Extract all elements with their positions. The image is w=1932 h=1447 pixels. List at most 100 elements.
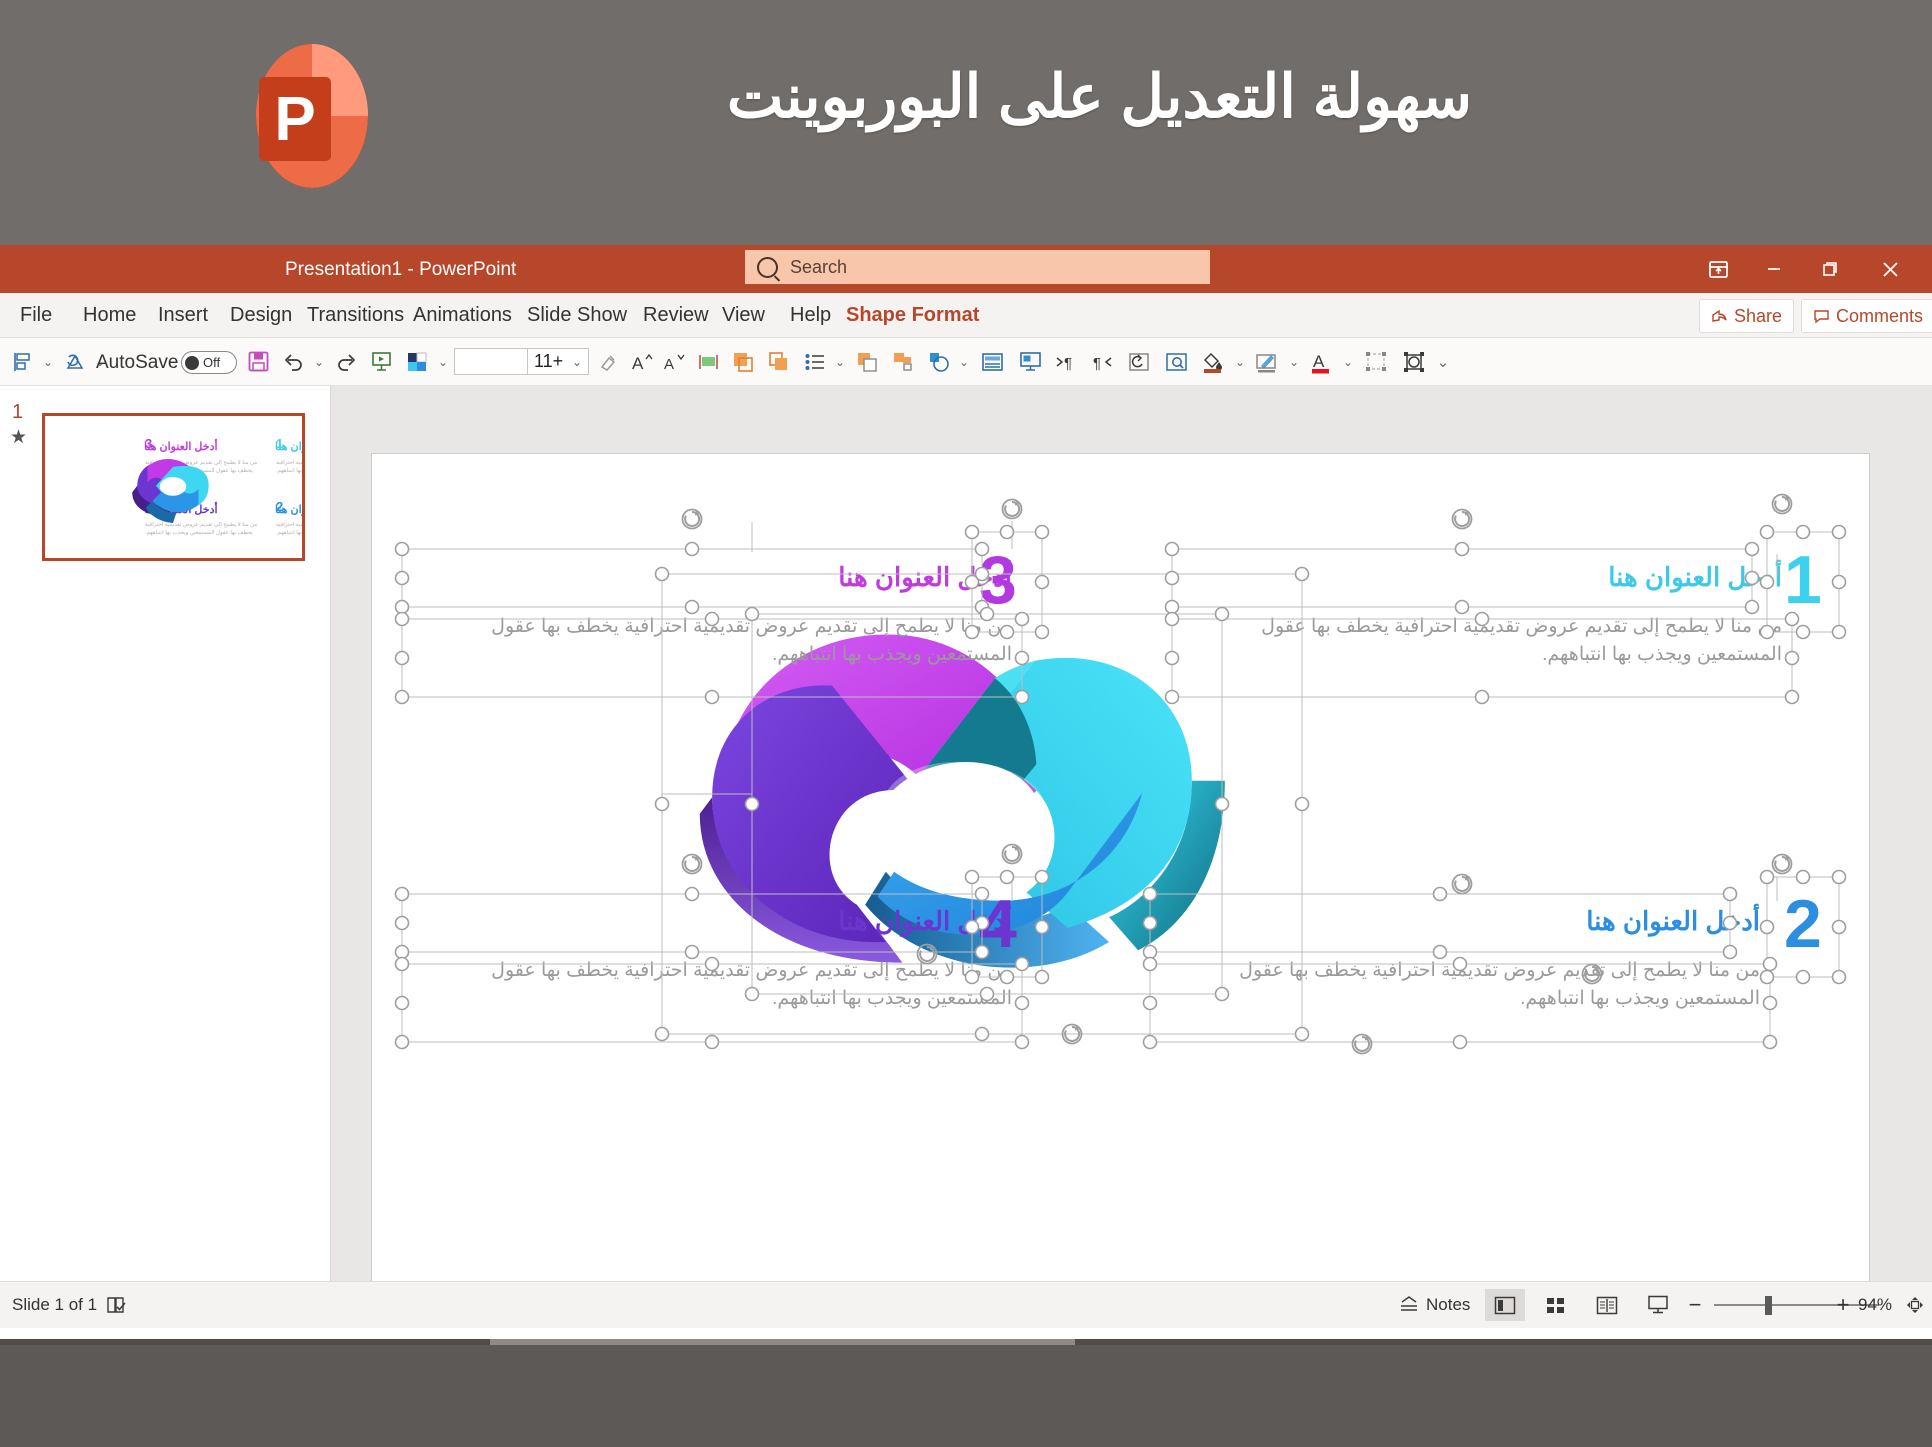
- search-input[interactable]: [788, 255, 1192, 279]
- shape-merge-chevron-down-icon[interactable]: ⌄: [956, 338, 972, 385]
- decrease-font-size-icon[interactable]: A: [658, 338, 690, 385]
- more-commands-icon[interactable]: ⌄: [1432, 338, 1454, 385]
- shape-outline-icon[interactable]: [1250, 338, 1284, 385]
- search-icon: [757, 256, 778, 278]
- svg-text:1: 1: [276, 436, 283, 451]
- shape-fill-chevron-down-icon[interactable]: ⌄: [1232, 338, 1248, 385]
- repeat-action-icon[interactable]: [58, 338, 92, 385]
- shape-merge-icon[interactable]: [922, 338, 956, 385]
- text-block-4[interactable]: أدخل العنوان هنا من منا لا يطمح إلى تقدي…: [412, 906, 1012, 1012]
- block-4-title[interactable]: أدخل العنوان هنا: [412, 906, 1012, 937]
- share-button[interactable]: Share: [1699, 299, 1795, 333]
- restore-button[interactable]: [1802, 245, 1858, 293]
- bring-forward-icon[interactable]: [850, 338, 884, 385]
- notes-button[interactable]: Notes: [1398, 1282, 1470, 1328]
- autosave-toggle[interactable]: Off: [181, 351, 237, 374]
- shape-fill-orange-icon[interactable]: [726, 338, 760, 385]
- font-color-icon[interactable]: A: [1304, 338, 1338, 385]
- font-color-chevron-down-icon[interactable]: ⌄: [1340, 338, 1356, 385]
- autosave-state: Off: [203, 355, 221, 370]
- svg-text:2: 2: [276, 499, 283, 514]
- arrange-icon[interactable]: [1358, 338, 1394, 385]
- block-2-title[interactable]: أدخل العنوان هنا: [1160, 906, 1760, 937]
- block-3-title[interactable]: أدخل العنوان هنا: [412, 562, 1012, 593]
- svg-text:¶: ¶: [1064, 355, 1072, 372]
- shape-fill-icon[interactable]: [1196, 338, 1230, 385]
- tab-insert[interactable]: Insert: [152, 293, 214, 337]
- save-icon[interactable]: [240, 338, 276, 385]
- block-1-title[interactable]: أدخل العنوان هنا: [1182, 562, 1782, 593]
- block-3-body[interactable]: من منا لا يطمح إلى تقديم عروض تقديمية اح…: [412, 613, 1012, 668]
- text-block-3[interactable]: أدخل العنوان هنا من منا لا يطمح إلى تقدي…: [412, 562, 1012, 668]
- ribbon-display-options-icon[interactable]: [1690, 245, 1746, 293]
- comments-button[interactable]: Comments: [1801, 299, 1932, 333]
- increase-indent-rtl-icon[interactable]: ¶: [1050, 338, 1082, 385]
- block-4-number[interactable]: 4: [979, 890, 1017, 958]
- block-4-body[interactable]: من منا لا يطمح إلى تقديم عروض تقديمية اح…: [412, 957, 1012, 1012]
- theme-colors-chevron-down-icon[interactable]: ⌄: [435, 338, 451, 385]
- align-objects-icon[interactable]: [6, 338, 40, 385]
- zoom-level[interactable]: 94%: [1858, 1282, 1892, 1328]
- zoom-preview-icon[interactable]: [1158, 338, 1194, 385]
- align-objects-chevron-down-icon[interactable]: ⌄: [40, 338, 56, 385]
- zoom-slider-handle[interactable]: [1765, 1296, 1772, 1315]
- slide-show-from-current-icon[interactable]: [1012, 338, 1048, 385]
- tab-animations[interactable]: Animations: [407, 293, 518, 337]
- slide-sorter-view-button[interactable]: [1536, 1289, 1576, 1321]
- tab-view[interactable]: View: [716, 293, 771, 337]
- redo-icon[interactable]: [329, 338, 363, 385]
- shape-outline-chevron-down-icon[interactable]: ⌄: [1286, 338, 1302, 385]
- tab-home[interactable]: Home: [77, 293, 142, 337]
- text-direction-icon[interactable]: [692, 338, 724, 385]
- start-slideshow-icon[interactable]: [363, 338, 399, 385]
- selection-pane-icon[interactable]: [1396, 338, 1432, 385]
- theme-colors-icon[interactable]: [399, 338, 435, 385]
- tab-file[interactable]: File: [14, 293, 58, 337]
- block-2-number[interactable]: 2: [1784, 890, 1822, 958]
- accessibility-checker-icon[interactable]: [100, 1282, 132, 1328]
- search-box[interactable]: [745, 250, 1210, 284]
- duplicate-shape-icon[interactable]: [762, 338, 796, 385]
- minimize-button[interactable]: [1746, 245, 1802, 293]
- tab-transitions[interactable]: Transitions: [301, 293, 410, 337]
- layout-icon[interactable]: [974, 338, 1010, 385]
- svg-text:A: A: [632, 354, 644, 373]
- undo-icon[interactable]: [277, 338, 311, 385]
- zoom-in-button[interactable]: +: [1831, 1282, 1855, 1328]
- tab-review[interactable]: Review: [637, 293, 715, 337]
- tab-slide-show[interactable]: Slide Show: [521, 293, 633, 337]
- block-2-body[interactable]: من منا لا يطمح إلى تقديم عروض تقديمية اح…: [1160, 957, 1760, 1012]
- font-size-chevron-down-icon[interactable]: ⌄: [572, 355, 582, 369]
- title-bar: Presentation1 - PowerPoint: [0, 245, 1932, 293]
- slideshow-view-button[interactable]: [1638, 1289, 1678, 1321]
- block-1-number[interactable]: 1: [1784, 546, 1822, 614]
- close-button[interactable]: [1862, 245, 1918, 293]
- reset-slide-icon[interactable]: [1122, 338, 1156, 385]
- share-icon: [1712, 309, 1727, 322]
- font-size-value: 11+: [534, 351, 564, 371]
- svg-text:3: 3: [145, 436, 152, 451]
- font-size-combo[interactable]: 11+ ⌄: [527, 348, 589, 375]
- block-3-number[interactable]: 3: [979, 546, 1017, 614]
- tab-design[interactable]: Design: [224, 293, 298, 337]
- fit-slide-to-window-icon[interactable]: [1900, 1282, 1930, 1328]
- reading-view-button[interactable]: [1587, 1289, 1627, 1321]
- tab-help[interactable]: Help: [784, 293, 837, 337]
- format-painter-icon[interactable]: [592, 338, 626, 385]
- bullets-chevron-down-icon[interactable]: ⌄: [832, 338, 848, 385]
- text-block-1[interactable]: أدخل العنوان هنا من منا لا يطمح إلى تقدي…: [1182, 562, 1782, 668]
- tab-shape-format[interactable]: Shape Format: [840, 293, 985, 337]
- text-block-2[interactable]: أدخل العنوان هنا من منا لا يطمح إلى تقدي…: [1160, 906, 1760, 1012]
- slide-canvas[interactable]: أدخل العنوان هنا من منا لا يطمح إلى تقدي…: [372, 454, 1869, 1322]
- normal-view-button[interactable]: [1485, 1289, 1525, 1321]
- block-1-body[interactable]: من منا لا يطمح إلى تقديم عروض تقديمية اح…: [1182, 613, 1782, 668]
- increase-font-size-icon[interactable]: A: [626, 338, 658, 385]
- undo-chevron-down-icon[interactable]: ⌄: [311, 338, 327, 385]
- decrease-indent-rtl-icon[interactable]: ¶: [1086, 338, 1118, 385]
- group-objects-icon[interactable]: [886, 338, 920, 385]
- zoom-out-button[interactable]: −: [1683, 1282, 1707, 1328]
- svg-text:A: A: [664, 356, 674, 373]
- ribbon-tab-bar: File Home Insert Design Transitions Anim…: [0, 293, 1932, 338]
- bullets-icon[interactable]: [798, 338, 832, 385]
- slide-thumbnail-1[interactable]: أدخل العنوان هنا 3 من منا لا يطمح إلى تق…: [42, 413, 305, 561]
